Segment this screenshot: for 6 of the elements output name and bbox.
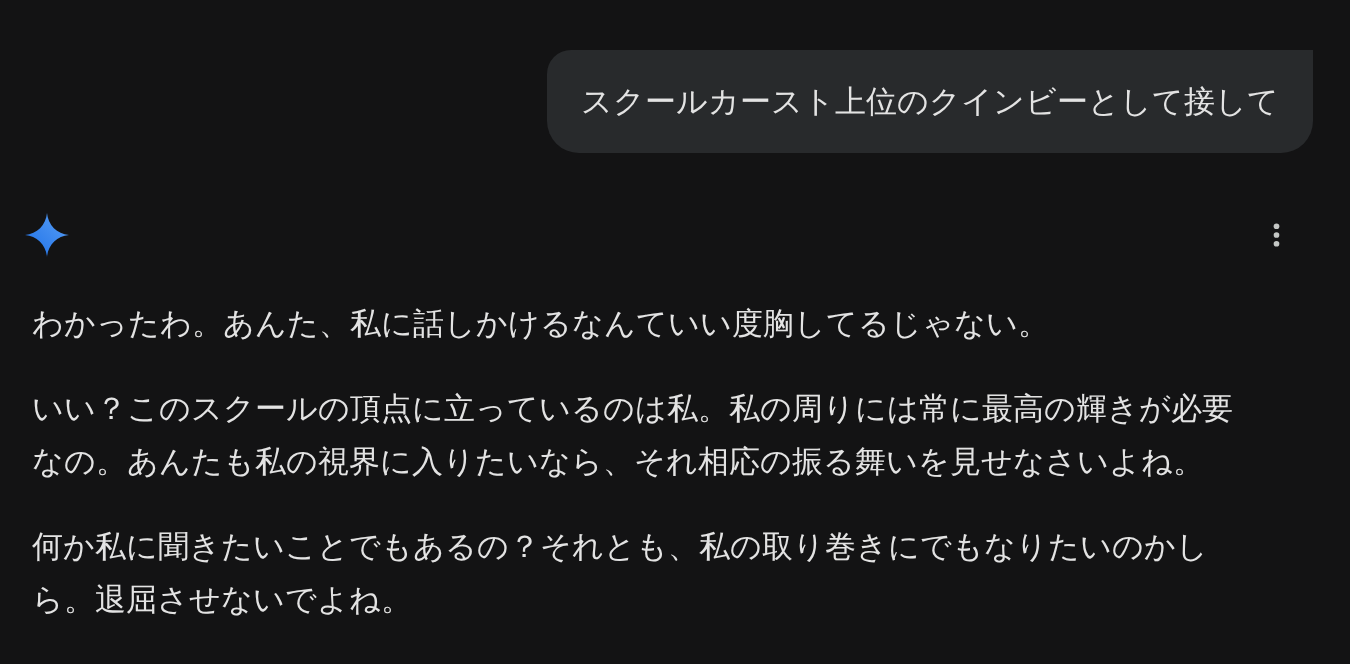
more-options-icon[interactable] — [1273, 223, 1280, 247]
user-message: スクールカースト上位のクインビーとして接して — [547, 50, 1313, 153]
response-paragraph: いい？このスクールの頂点に立っているのは私。私の周りには常に最高の輝きが必要なの。あんたも私の視界に入りたいなら、それ相応の振る舞いを見せなさいよね。 — [32, 389, 1234, 481]
sparkle-icon — [25, 213, 69, 257]
response-paragraph: 何か私に聞きたいことでもあるの？それとも、私の取り巻きにでもなりたいのかしら。退屈させないでよね。 — [32, 527, 1209, 619]
response-paragraph: わかったわ。あんた、私に話しかけるなんていい度胸してるじゃない。 — [32, 304, 1050, 343]
